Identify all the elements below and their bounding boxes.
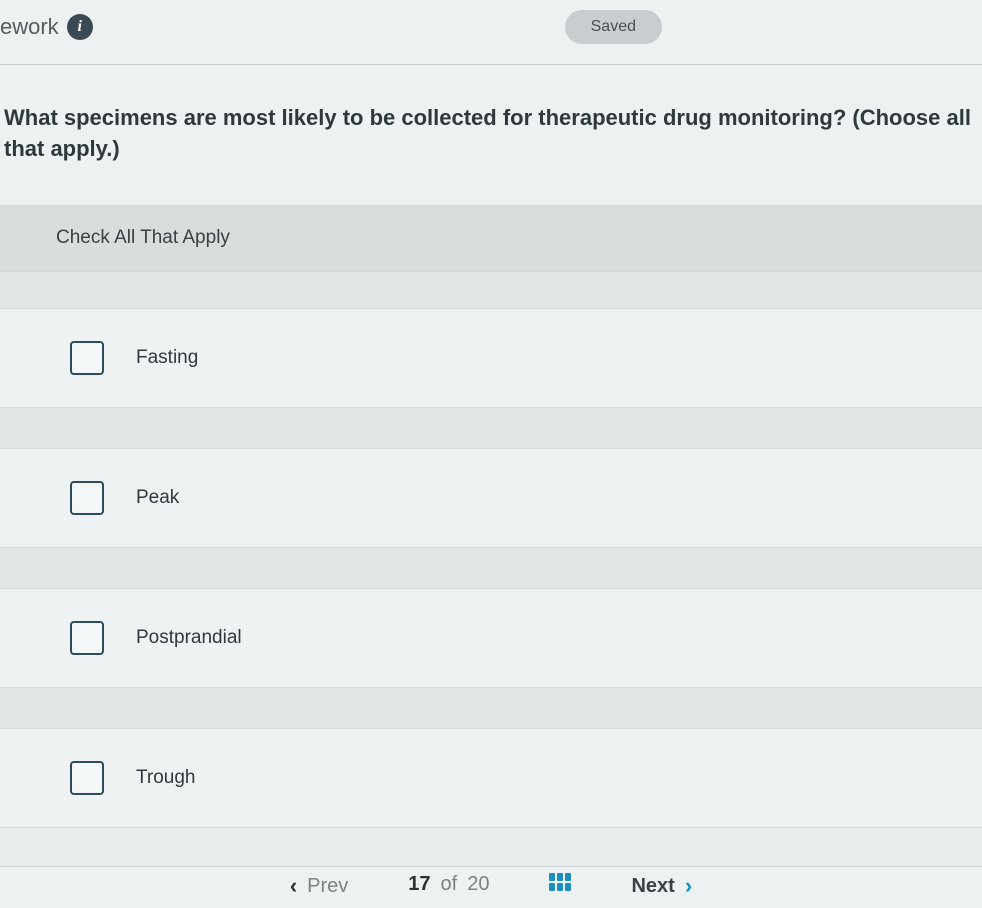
next-button[interactable]: Next ›: [631, 873, 692, 899]
breadcrumb-section: ework i: [0, 14, 93, 40]
instructions-text: Check All That Apply: [56, 227, 982, 249]
option-row[interactable]: Fasting: [0, 308, 982, 408]
top-bar: ework i Saved: [0, 0, 982, 65]
checkbox[interactable]: [70, 761, 104, 795]
saved-status-pill: Saved: [565, 10, 662, 44]
question-counter: 17 of 20: [408, 873, 489, 896]
option-label: Postprandial: [136, 627, 242, 649]
options-list: Fasting Peak Postprandial Trough: [0, 272, 982, 828]
prev-label: Prev: [307, 875, 348, 898]
checkbox[interactable]: [70, 341, 104, 375]
instructions-row: Check All That Apply: [0, 205, 982, 272]
option-row[interactable]: Postprandial: [0, 588, 982, 688]
total-number: 20: [467, 873, 489, 896]
of-word: of: [441, 873, 458, 896]
chevron-left-icon: ‹: [290, 873, 297, 899]
checkbox[interactable]: [70, 621, 104, 655]
nav-bar: ‹ Prev 17 of 20 Next ›: [0, 866, 982, 908]
current-number: 17: [408, 873, 430, 896]
option-row[interactable]: Peak: [0, 448, 982, 548]
answer-section: Check All That Apply Fasting Peak Postpr…: [0, 205, 982, 828]
option-label: Peak: [136, 487, 179, 509]
option-row[interactable]: Trough: [0, 728, 982, 828]
chevron-right-icon: ›: [685, 873, 692, 899]
question-area: What specimens are most likely to be col…: [0, 65, 982, 205]
info-icon[interactable]: i: [67, 14, 93, 40]
option-label: Trough: [136, 767, 196, 789]
option-label: Fasting: [136, 347, 198, 369]
breadcrumb-label: ework: [0, 14, 59, 40]
prev-button[interactable]: ‹ Prev: [290, 873, 348, 899]
grid-icon[interactable]: [549, 873, 571, 891]
next-label: Next: [631, 875, 674, 898]
checkbox[interactable]: [70, 481, 104, 515]
question-text: What specimens are most likely to be col…: [4, 103, 978, 165]
